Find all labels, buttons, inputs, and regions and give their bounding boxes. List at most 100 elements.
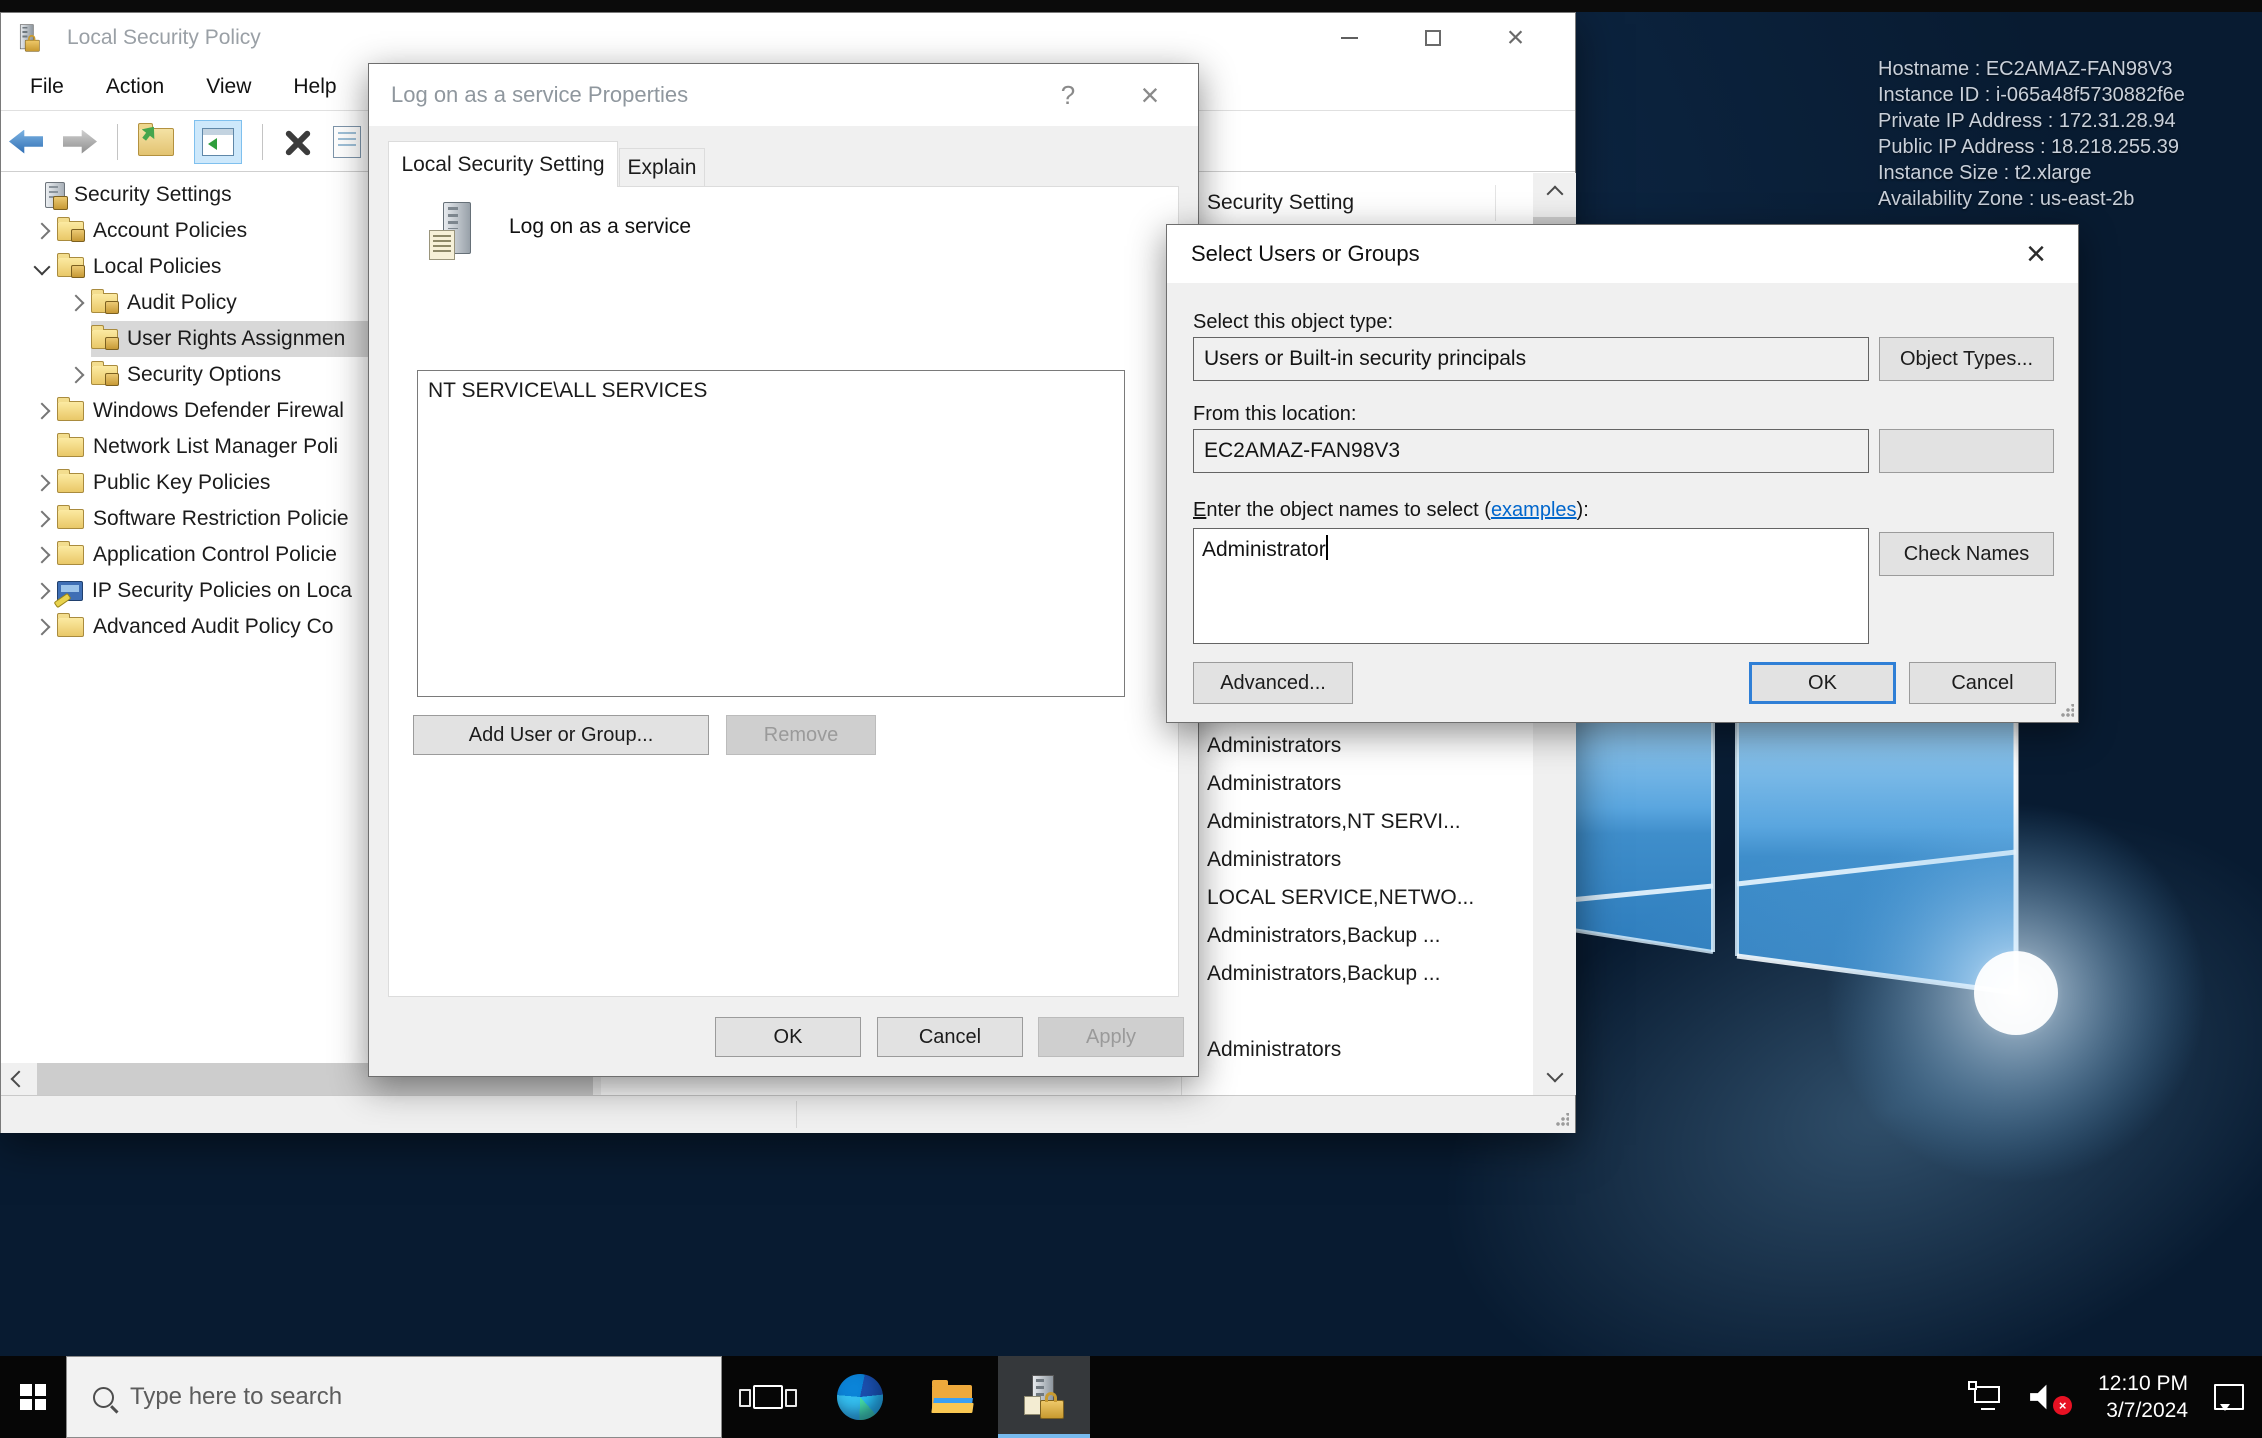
show-console-tree-icon[interactable] bbox=[194, 120, 242, 164]
dialog-titlebar[interactable]: Select Users or Groups bbox=[1167, 225, 2078, 283]
task-view-button[interactable] bbox=[722, 1356, 814, 1438]
tree-expander[interactable] bbox=[27, 405, 57, 417]
properties-icon[interactable] bbox=[333, 126, 361, 158]
advanced-button[interactable]: Advanced... bbox=[1193, 662, 1353, 704]
close-icon[interactable]: × bbox=[1120, 64, 1180, 126]
tree-expander[interactable] bbox=[27, 477, 57, 489]
scroll-down-button[interactable] bbox=[1533, 1053, 1576, 1095]
tree-item-label: IP Security Policies on Loca bbox=[92, 579, 352, 603]
cancel-button[interactable]: Cancel bbox=[1909, 662, 2056, 704]
column-header-security-setting[interactable]: Security Setting bbox=[1182, 181, 1534, 226]
tree-expander[interactable] bbox=[61, 297, 91, 309]
security-setting-row[interactable]: Administrators bbox=[1182, 727, 1534, 765]
network-icon[interactable] bbox=[1972, 1384, 2004, 1410]
tree-item-label: Windows Defender Firewal bbox=[93, 399, 344, 423]
tree-expander[interactable] bbox=[27, 585, 57, 597]
status-divider bbox=[796, 1101, 797, 1128]
folder-icon bbox=[57, 473, 84, 493]
folder-icon bbox=[57, 509, 84, 529]
local-security-policy-icon bbox=[1024, 1375, 1064, 1419]
access-key: E bbox=[1193, 499, 1206, 521]
location-value: EC2AMAZ-FAN98V3 bbox=[1204, 439, 1400, 463]
local-security-policy-taskbar-button[interactable] bbox=[998, 1356, 1090, 1438]
ipsec-icon bbox=[57, 581, 83, 601]
instance-info-line: Instance Size : t2.xlarge bbox=[1878, 160, 2185, 186]
delete-icon[interactable] bbox=[283, 127, 313, 157]
edge-button[interactable] bbox=[814, 1356, 906, 1438]
examples-link[interactable]: examples bbox=[1491, 499, 1577, 521]
object-types-button[interactable]: Object Types... bbox=[1879, 337, 2054, 381]
resize-grip[interactable] bbox=[2060, 704, 2074, 718]
check-names-button[interactable]: Check Names bbox=[1879, 532, 2054, 576]
volume-muted-icon[interactable]: × bbox=[2030, 1381, 2072, 1413]
edge-icon bbox=[837, 1374, 883, 1420]
screen: Hostname : EC2AMAZ-FAN98V3Instance ID : … bbox=[0, 0, 2262, 1438]
policy-folder-icon bbox=[91, 365, 118, 385]
tree-expander[interactable] bbox=[27, 225, 57, 237]
security-setting-row[interactable]: Administrators,NT SERVI... bbox=[1182, 803, 1534, 841]
tree-item-label: Security Options bbox=[127, 363, 281, 387]
forward-icon[interactable] bbox=[63, 130, 97, 154]
cancel-button[interactable]: Cancel bbox=[877, 1017, 1023, 1057]
help-button[interactable]: ? bbox=[1038, 64, 1098, 126]
locations-button[interactable] bbox=[1879, 429, 2054, 473]
clock[interactable]: 12:10 PM 3/7/2024 bbox=[2098, 1370, 2188, 1424]
scroll-left-button[interactable] bbox=[1, 1063, 37, 1095]
taskbar-search[interactable] bbox=[66, 1356, 722, 1438]
assigned-principal[interactable]: NT SERVICE\ALL SERVICES bbox=[428, 379, 707, 402]
instance-info-line: Private IP Address : 172.31.28.94 bbox=[1878, 108, 2185, 134]
logon-service-properties-dialog: Log on as a service Properties ? × Local… bbox=[368, 63, 1199, 1077]
chevron-right-icon bbox=[68, 295, 85, 312]
resize-grip[interactable] bbox=[1555, 1113, 1569, 1127]
column-divider[interactable] bbox=[1495, 185, 1496, 221]
add-user-or-group-button[interactable]: Add User or Group... bbox=[413, 715, 709, 755]
location-field[interactable]: EC2AMAZ-FAN98V3 bbox=[1193, 429, 1869, 473]
security-setting-row[interactable]: Administrators,Backup ... bbox=[1182, 955, 1534, 993]
menu-help[interactable]: Help bbox=[272, 75, 357, 99]
tree-expander[interactable] bbox=[27, 513, 57, 525]
tree-expander[interactable] bbox=[27, 261, 57, 273]
tree-expander[interactable] bbox=[27, 549, 57, 561]
menu-action[interactable]: Action bbox=[85, 75, 185, 99]
console-root-icon bbox=[45, 182, 65, 208]
security-setting-row[interactable]: Administrators,Backup ... bbox=[1182, 917, 1534, 955]
security-setting-row[interactable]: Administrators bbox=[1182, 1031, 1534, 1069]
menu-view[interactable]: View bbox=[185, 75, 272, 99]
tab-explain[interactable]: Explain bbox=[619, 148, 705, 187]
tree-expander[interactable] bbox=[27, 621, 57, 633]
chevron-right-icon bbox=[34, 583, 51, 600]
mmc-titlebar[interactable]: Local Security Policy × bbox=[1, 13, 1575, 63]
assigned-principals-list[interactable]: NT SERVICE\ALL SERVICES bbox=[417, 370, 1125, 697]
apply-button: Apply bbox=[1038, 1017, 1184, 1057]
tab-local-security-setting[interactable]: Local Security Setting bbox=[388, 141, 618, 187]
security-setting-row[interactable]: Administrators bbox=[1182, 765, 1534, 803]
tree-item-label: Audit Policy bbox=[127, 291, 237, 315]
maximize-button[interactable] bbox=[1391, 13, 1474, 63]
back-icon[interactable] bbox=[9, 130, 43, 154]
close-button[interactable]: × bbox=[1474, 13, 1557, 63]
menu-file[interactable]: File bbox=[9, 75, 85, 99]
action-center-icon[interactable] bbox=[2214, 1384, 2244, 1410]
file-explorer-button[interactable] bbox=[906, 1356, 998, 1438]
object-names-input[interactable]: Administrator bbox=[1193, 528, 1869, 644]
dialog-title: Log on as a service Properties bbox=[391, 82, 688, 108]
object-type-field[interactable]: Users or Built-in security principals bbox=[1193, 337, 1869, 381]
minimize-button[interactable] bbox=[1308, 13, 1391, 63]
security-setting-list: AdministratorsAdministratorsAdministrato… bbox=[1182, 727, 1534, 1069]
tree-item-label: Security Settings bbox=[74, 183, 232, 207]
ok-button[interactable]: OK bbox=[715, 1017, 861, 1057]
chevron-down-icon bbox=[34, 259, 51, 276]
start-button[interactable] bbox=[0, 1356, 66, 1438]
close-icon[interactable]: × bbox=[2008, 225, 2064, 283]
search-input[interactable] bbox=[128, 1382, 652, 1412]
remove-button: Remove bbox=[726, 715, 876, 755]
export-icon[interactable] bbox=[138, 128, 174, 156]
security-setting-row[interactable]: Administrators bbox=[1182, 841, 1534, 879]
tree-expander[interactable] bbox=[61, 369, 91, 381]
tree-item-label: Advanced Audit Policy Co bbox=[93, 615, 333, 639]
ok-button[interactable]: OK bbox=[1749, 662, 1896, 704]
scroll-up-button[interactable] bbox=[1533, 173, 1576, 215]
chevron-right-icon bbox=[34, 619, 51, 636]
security-setting-row[interactable]: LOCAL SERVICE,NETWO... bbox=[1182, 879, 1534, 917]
tree-item-label: User Rights Assignmen bbox=[127, 327, 345, 351]
